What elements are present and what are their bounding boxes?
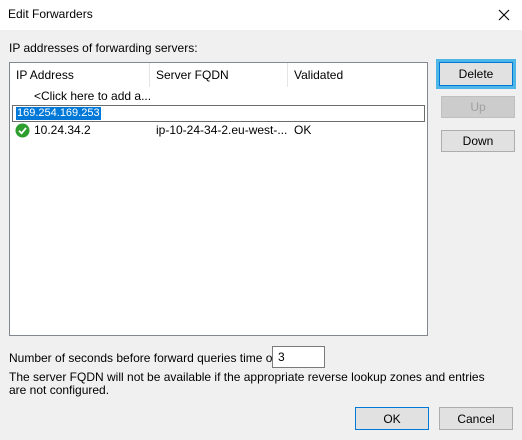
ip-address-edit-field[interactable]: 169.254.169.253 [12, 105, 425, 122]
cancel-button[interactable]: Cancel [439, 407, 513, 430]
forwarders-list[interactable]: IP Address Server FQDN Validated <Click … [9, 62, 428, 336]
timeout-label: Number of seconds before forward queries… [9, 351, 286, 365]
check-ok-icon [15, 123, 30, 138]
table-row[interactable]: 10.24.34.2 ip-10-24-34-2.eu-west-... OK [10, 122, 427, 139]
down-button[interactable]: Down [441, 130, 515, 152]
row-server-fqdn: ip-10-24-34-2.eu-west-... [156, 123, 288, 137]
timeout-input[interactable]: 3 [272, 346, 325, 368]
column-header-validated[interactable]: Validated [288, 63, 427, 87]
forwarders-list-label: IP addresses of forwarding servers: [9, 41, 198, 55]
row-validated: OK [294, 123, 312, 137]
dialog-title: Edit Forwarders [8, 7, 93, 21]
column-header-ip-address[interactable]: IP Address [10, 63, 150, 87]
ip-address-edit-value: 169.254.169.253 [16, 107, 101, 120]
fqdn-note: The server FQDN will not be available if… [9, 370, 485, 397]
edit-forwarders-dialog: Edit Forwarders IP addresses of forwardi… [0, 0, 522, 440]
ok-button[interactable]: OK [355, 407, 429, 430]
title-bar: Edit Forwarders [0, 0, 522, 30]
close-icon [498, 9, 510, 21]
delete-button[interactable]: Delete [439, 62, 513, 86]
add-forwarder-placeholder: <Click here to add a... [34, 89, 152, 103]
close-button[interactable] [486, 0, 522, 30]
column-header-server-fqdn[interactable]: Server FQDN [150, 63, 288, 87]
add-forwarder-row[interactable]: <Click here to add a... [10, 88, 427, 105]
list-header: IP Address Server FQDN Validated [10, 63, 427, 87]
up-button[interactable]: Up [441, 96, 515, 118]
row-ip-address: 10.24.34.2 [34, 123, 91, 137]
